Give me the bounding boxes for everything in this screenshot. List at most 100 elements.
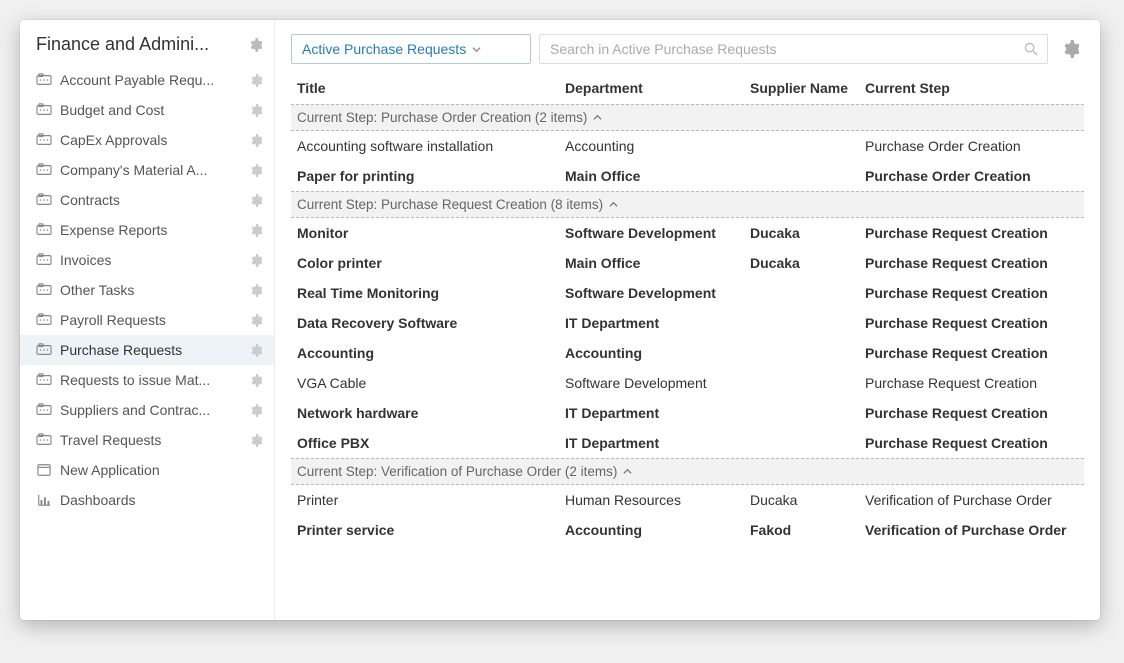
folder-icon (36, 343, 52, 357)
chevron-up-icon (609, 200, 618, 209)
group-header[interactable]: Current Step: Purchase Order Creation (2… (291, 104, 1084, 131)
gear-icon[interactable] (249, 104, 262, 117)
gear-icon[interactable] (249, 374, 262, 387)
cell-step: Purchase Request Creation (865, 405, 1080, 421)
cell-step: Purchase Request Creation (865, 255, 1080, 271)
folder-icon (36, 73, 52, 87)
table-row[interactable]: PrinterHuman ResourcesDucakaVerification… (291, 485, 1084, 515)
group-header[interactable]: Current Step: Verification of Purchase O… (291, 458, 1084, 485)
sidebar-item-label: Dashboards (60, 492, 262, 508)
table-row[interactable]: Office PBXIT DepartmentPurchase Request … (291, 428, 1084, 458)
cell-department: Accounting (565, 522, 750, 538)
search-field-wrap[interactable] (539, 34, 1048, 64)
sidebar-item-label: Payroll Requests (60, 312, 241, 328)
cell-supplier (750, 315, 865, 331)
group-header[interactable]: Current Step: Purchase Request Creation … (291, 191, 1084, 218)
sidebar-item-label: Company's Material A... (60, 162, 241, 178)
chart-icon (36, 493, 52, 507)
group-header-label: Current Step: Purchase Order Creation (2… (297, 110, 587, 125)
folder-icon (36, 433, 52, 447)
column-header-step[interactable]: Current Step (865, 80, 1080, 96)
cell-department: IT Department (565, 435, 750, 451)
sidebar: Finance and Admini... Account Payable Re… (20, 20, 275, 620)
folder-icon (36, 193, 52, 207)
gear-icon[interactable] (249, 284, 262, 297)
cell-supplier (750, 375, 865, 391)
sidebar-item[interactable]: Budget and Cost (20, 95, 274, 125)
sidebar-item[interactable]: Suppliers and Contrac... (20, 395, 274, 425)
sidebar-item[interactable]: Account Payable Requ... (20, 65, 274, 95)
gear-icon[interactable] (249, 224, 262, 237)
cell-department: Software Development (565, 285, 750, 301)
cell-title: Printer (295, 492, 565, 508)
sidebar-item[interactable]: Purchase Requests (20, 335, 274, 365)
cell-step: Verification of Purchase Order (865, 492, 1080, 508)
table-row[interactable]: Accounting software installationAccounti… (291, 131, 1084, 161)
table-row[interactable]: Paper for printingMain OfficePurchase Or… (291, 161, 1084, 191)
sidebar-item-label: Budget and Cost (60, 102, 241, 118)
table-row[interactable]: Real Time MonitoringSoftware Development… (291, 278, 1084, 308)
gear-icon[interactable] (249, 74, 262, 87)
sidebar-item[interactable]: New Application (20, 455, 274, 485)
gear-icon[interactable] (249, 404, 262, 417)
app-window: Finance and Admini... Account Payable Re… (20, 20, 1100, 620)
table-row[interactable]: Network hardwareIT DepartmentPurchase Re… (291, 398, 1084, 428)
table-area: Title Department Supplier Name Current S… (291, 74, 1084, 620)
folder-icon (36, 103, 52, 117)
table-row[interactable]: AccountingAccountingPurchase Request Cre… (291, 338, 1084, 368)
cell-supplier: Ducaka (750, 225, 865, 241)
table-row[interactable]: Data Recovery SoftwareIT DepartmentPurch… (291, 308, 1084, 338)
cell-supplier: Ducaka (750, 255, 865, 271)
gear-icon[interactable] (249, 194, 262, 207)
gear-icon[interactable] (249, 164, 262, 177)
cell-supplier (750, 138, 865, 154)
cell-supplier (750, 168, 865, 184)
sidebar-item[interactable]: Other Tasks (20, 275, 274, 305)
folder-icon (36, 283, 52, 297)
gear-icon[interactable] (249, 344, 262, 357)
sidebar-item-label: Other Tasks (60, 282, 241, 298)
folder-icon (36, 313, 52, 327)
sidebar-item[interactable]: Invoices (20, 245, 274, 275)
sidebar-item[interactable]: CapEx Approvals (20, 125, 274, 155)
group-header-label: Current Step: Verification of Purchase O… (297, 464, 617, 479)
sidebar-item-label: Travel Requests (60, 432, 241, 448)
gear-icon[interactable] (248, 38, 262, 52)
sidebar-item[interactable]: Expense Reports (20, 215, 274, 245)
view-dropdown-label: Active Purchase Requests (302, 41, 466, 57)
sidebar-item-label: Account Payable Requ... (60, 72, 241, 88)
gear-icon[interactable] (249, 314, 262, 327)
sidebar-item[interactable]: Payroll Requests (20, 305, 274, 335)
column-header-title[interactable]: Title (295, 80, 565, 96)
table-row[interactable]: VGA CableSoftware DevelopmentPurchase Re… (291, 368, 1084, 398)
new-app-icon (36, 463, 52, 477)
table-row[interactable]: MonitorSoftware DevelopmentDucakaPurchas… (291, 218, 1084, 248)
cell-title: Real Time Monitoring (295, 285, 565, 301)
table-row[interactable]: Printer serviceAccountingFakodVerificati… (291, 515, 1084, 545)
cell-title: Printer service (295, 522, 565, 538)
cell-title: Color printer (295, 255, 565, 271)
sidebar-item[interactable]: Travel Requests (20, 425, 274, 455)
gear-icon[interactable] (249, 254, 262, 267)
cell-department: Software Development (565, 375, 750, 391)
cell-title: Data Recovery Software (295, 315, 565, 331)
folder-icon (36, 223, 52, 237)
column-header-department[interactable]: Department (565, 80, 750, 96)
gear-icon[interactable] (249, 134, 262, 147)
table-row[interactable]: Color printerMain OfficeDucakaPurchase R… (291, 248, 1084, 278)
sidebar-item[interactable]: Dashboards (20, 485, 274, 515)
gear-icon[interactable] (249, 434, 262, 447)
cell-step: Verification of Purchase Order (865, 522, 1080, 538)
view-dropdown[interactable]: Active Purchase Requests (291, 34, 531, 64)
sidebar-item[interactable]: Requests to issue Mat... (20, 365, 274, 395)
cell-step: Purchase Request Creation (865, 315, 1080, 331)
cell-title: Paper for printing (295, 168, 565, 184)
workspace-title: Finance and Admini... (36, 34, 248, 55)
settings-button[interactable] (1056, 34, 1084, 64)
cell-supplier (750, 345, 865, 361)
chevron-down-icon (472, 45, 481, 54)
sidebar-item[interactable]: Contracts (20, 185, 274, 215)
column-header-supplier[interactable]: Supplier Name (750, 80, 865, 96)
search-input[interactable] (550, 41, 1024, 57)
sidebar-item[interactable]: Company's Material A... (20, 155, 274, 185)
